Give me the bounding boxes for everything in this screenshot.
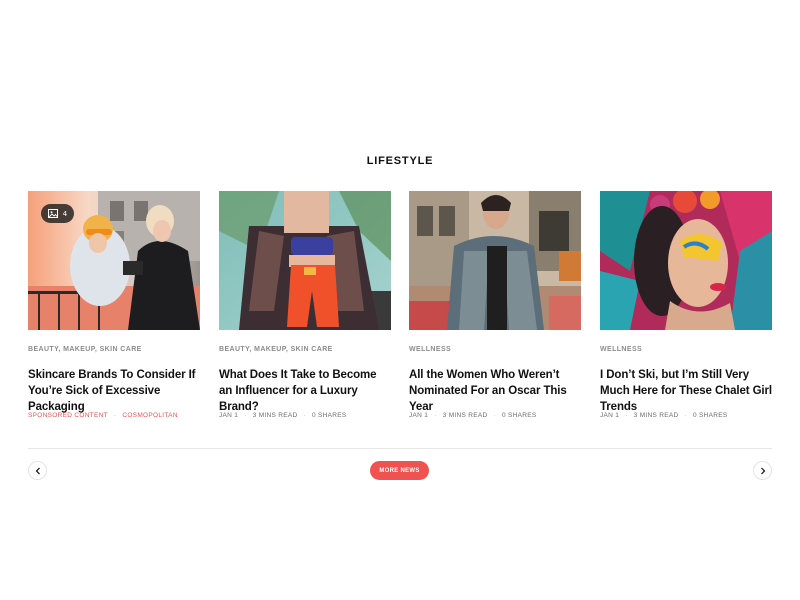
meta-shares: 0 SHARES [501, 412, 537, 419]
meta-read-time: 3 MINS READ [633, 412, 679, 419]
card-category[interactable]: BEAUTY, MAKEUP, SKIN CARE [28, 346, 200, 356]
prev-button[interactable] [28, 461, 47, 480]
article-image[interactable] [600, 191, 772, 330]
meta-separator: · [434, 412, 437, 419]
meta-separator: · [244, 412, 247, 419]
article-image[interactable] [219, 191, 391, 330]
meta-read-time: 3 MINS READ [442, 412, 488, 419]
more-news-button[interactable]: MORE NEWS [370, 461, 429, 480]
card-meta: JAN 1 · 3 MINS READ · 0 SHARES [409, 412, 581, 419]
next-button[interactable] [753, 461, 772, 480]
gallery-icon [47, 209, 58, 218]
meta-date: JAN 1 [600, 412, 620, 419]
card-category[interactable]: WELLNESS [409, 346, 581, 356]
article-card[interactable]: WELLNESS I Don’t Ski, but I’m Still Very… [600, 191, 772, 419]
card-meta: SPONSORED CONTENT · COSMOPOLITAN [28, 412, 200, 419]
sponsored-label: SPONSORED CONTENT [28, 412, 108, 419]
card-category[interactable]: BEAUTY, MAKEUP, SKIN CARE [219, 346, 391, 356]
meta-date: JAN 1 [409, 412, 429, 419]
article-card[interactable]: 4 BEAUTY, MAKEUP, SKIN CARE Skincare Bra… [28, 191, 200, 419]
card-meta: JAN 1 · 3 MINS READ · 0 SHARES [219, 412, 391, 419]
section-title: LIFESTYLE [366, 155, 434, 167]
card-title[interactable]: I Don’t Ski, but I’m Still Very Much Her… [600, 367, 772, 413]
section-divider [28, 448, 772, 449]
card-meta: JAN 1 · 3 MINS READ · 0 SHARES [600, 412, 772, 419]
meta-separator: · [684, 412, 687, 419]
gallery-count: 4 [62, 209, 68, 218]
meta-separator: · [493, 412, 496, 419]
meta-separator: · [625, 412, 628, 419]
card-title[interactable]: What Does It Take to Become an Influence… [219, 367, 391, 413]
meta-separator: · [113, 412, 117, 419]
gallery-badge[interactable]: 4 [41, 204, 74, 223]
article-image[interactable] [409, 191, 581, 330]
meta-read-time: 3 MINS READ [252, 412, 298, 419]
card-list: 4 BEAUTY, MAKEUP, SKIN CARE Skincare Bra… [28, 191, 772, 421]
meta-date: JAN 1 [219, 412, 239, 419]
card-title[interactable]: All the Women Who Weren’t Nominated For … [409, 367, 581, 413]
card-category[interactable]: WELLNESS [600, 346, 772, 356]
chevron-left-icon [35, 467, 40, 474]
article-card[interactable]: BEAUTY, MAKEUP, SKIN CARE What Does It T… [219, 191, 391, 419]
meta-separator: · [303, 412, 306, 419]
article-image[interactable]: 4 [28, 191, 200, 330]
sponsor-name[interactable]: COSMOPOLITAN [122, 412, 178, 419]
article-card[interactable]: WELLNESS All the Women Who Weren’t Nomin… [409, 191, 581, 419]
chevron-right-icon [760, 467, 765, 474]
card-title[interactable]: Skincare Brands To Consider If You’re Si… [28, 367, 200, 413]
meta-shares: 0 SHARES [311, 412, 347, 419]
meta-shares: 0 SHARES [692, 412, 728, 419]
